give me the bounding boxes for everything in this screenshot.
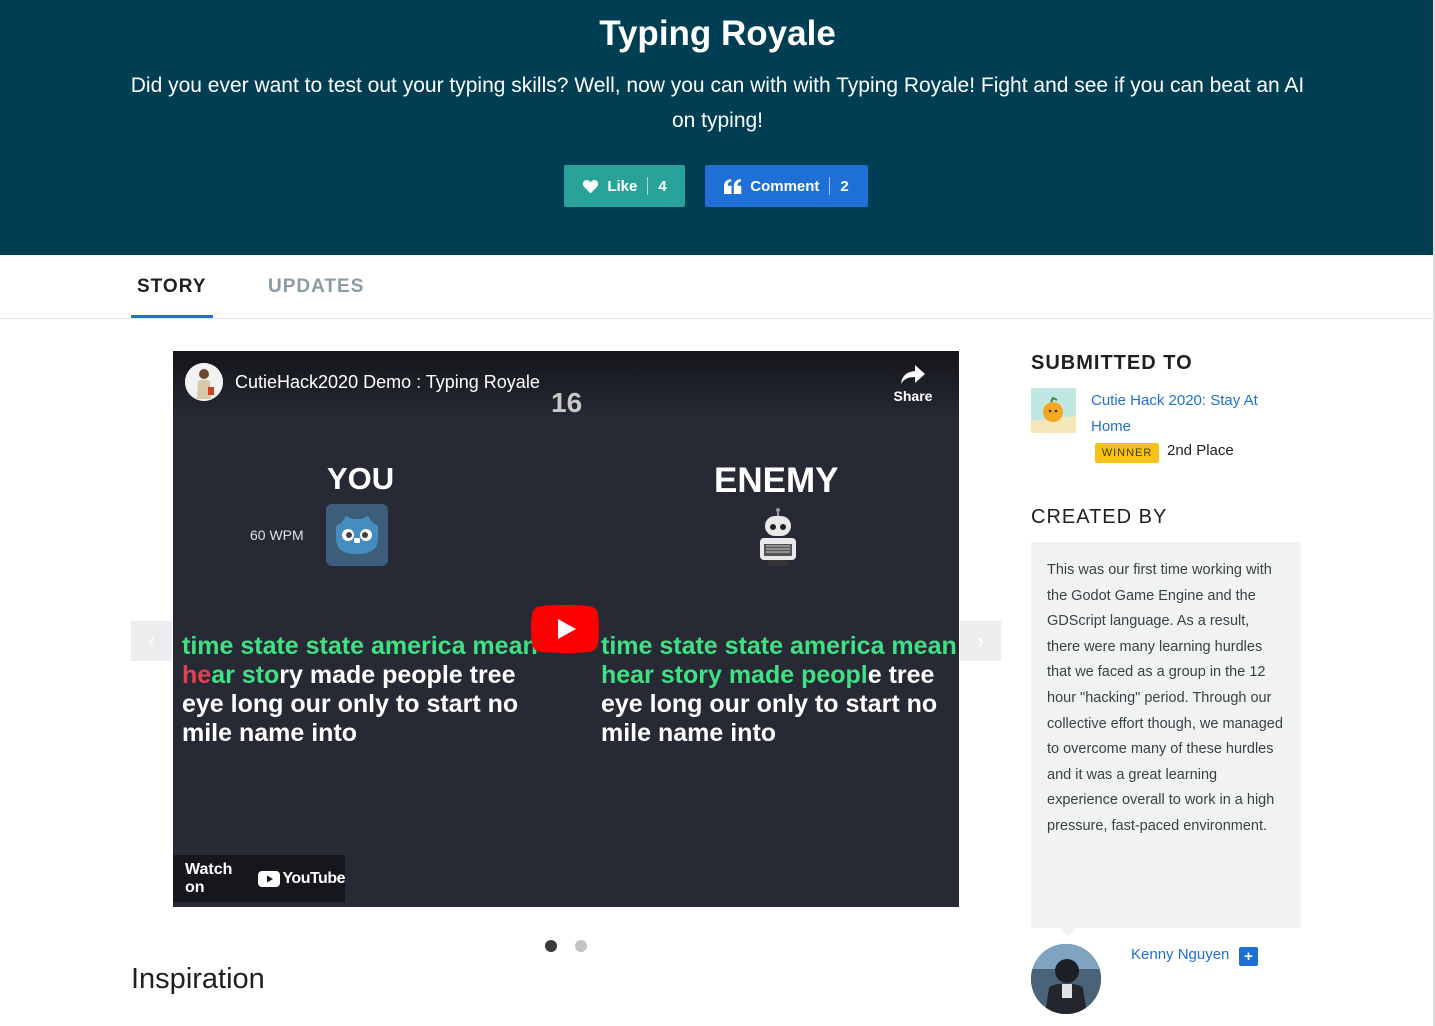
like-count: 4	[658, 177, 667, 195]
avatar[interactable]	[1031, 944, 1101, 1014]
gallery-prev-button[interactable]: ‹	[131, 621, 172, 661]
section-heading: Inspiration	[131, 963, 265, 995]
quote-icon	[724, 178, 742, 194]
typed-text: time state state america mean	[601, 632, 957, 660]
hackathon-link[interactable]: Cutie Hack 2020: Stay At Home	[1091, 388, 1291, 440]
like-divider	[647, 177, 649, 195]
follow-button[interactable]: +	[1239, 947, 1258, 966]
typed-text: time state state america mean	[182, 632, 538, 660]
member-contribution-text: This was our first time working with the…	[1031, 542, 1301, 928]
share-icon	[901, 365, 925, 384]
wpm-readout: 60 WPM	[250, 527, 304, 543]
gallery-next-button[interactable]: ›	[960, 621, 1001, 661]
comment-button[interactable]: Comment 2	[705, 165, 868, 207]
tab-story[interactable]: STORY	[137, 276, 206, 298]
page-title: Typing Royale	[599, 14, 836, 53]
typed-line: time state state america mean	[601, 632, 959, 661]
game-timer: 16	[551, 387, 583, 418]
untyped-line: eye long our only to start no	[182, 690, 519, 718]
person-icon	[185, 363, 223, 401]
untyped-text: ry made people tree	[279, 661, 516, 689]
typed-line: hear story made people tree	[182, 661, 562, 690]
typed-line: time state state america mean	[182, 632, 562, 661]
project-tagline: Did you ever want to test out your typin…	[130, 74, 1305, 132]
youtube-logo: YouTube	[258, 870, 345, 888]
tab-updates[interactable]: UPDATES	[268, 276, 364, 298]
chevron-right-icon: ›	[976, 628, 985, 653]
youtube-wordmark: YouTube	[282, 869, 345, 887]
typing-text-enemy: time state state america mean hear story…	[601, 632, 959, 748]
comment-label: Comment	[750, 177, 820, 195]
untyped-line: mile name into	[182, 719, 358, 747]
typed-text: hear story made peopl	[601, 661, 868, 689]
watch-on-label: Watch on	[185, 860, 233, 896]
heart-icon	[583, 179, 599, 193]
share-button[interactable]: Share	[889, 365, 937, 404]
robot-icon	[760, 508, 796, 566]
share-label: Share	[893, 388, 933, 404]
channel-avatar[interactable]	[185, 363, 223, 401]
prize-place: 2nd Place	[1167, 442, 1234, 459]
comment-divider	[829, 177, 831, 195]
chevron-left-icon: ‹	[147, 628, 156, 653]
error-text: he	[182, 661, 212, 689]
like-label: Like	[607, 177, 638, 195]
youtube-play-icon	[258, 870, 281, 887]
video-title[interactable]: CutieHack2020 Demo : Typing Royale	[235, 372, 540, 393]
video-player[interactable]: CutieHack2020 Demo : Typing Royale Share…	[173, 351, 959, 907]
typing-text-player: time state state america mean hear story…	[182, 632, 562, 748]
person-icon	[1031, 944, 1101, 1014]
submitted-to-heading: SUBMITTED TO	[1031, 352, 1193, 374]
created-by-heading: CREATED BY	[1031, 506, 1168, 528]
hackathon-logo[interactable]	[1031, 388, 1076, 433]
tab-bar: STORY UPDATES	[0, 255, 1435, 319]
typed-text: ar sto	[211, 661, 280, 689]
winner-badge: WINNER	[1095, 443, 1159, 463]
enemy-label: ENEMY	[714, 461, 839, 500]
like-button[interactable]: Like 4	[564, 165, 685, 207]
typed-line: hear story made people tree	[601, 661, 959, 690]
bio-pointer	[1060, 928, 1076, 936]
untyped-line: eye long our only to start no	[601, 690, 938, 718]
active-tab-indicator	[131, 315, 213, 318]
untyped-line: mile name into	[601, 719, 777, 747]
gallery-dot-active[interactable]	[545, 940, 557, 952]
member-name-link[interactable]: Kenny Nguyen	[1131, 946, 1229, 963]
godot-icon	[326, 504, 388, 566]
player-label: YOU	[327, 461, 395, 496]
play-button[interactable]	[531, 605, 599, 653]
comment-count: 2	[840, 177, 849, 195]
project-header: Typing Royale Did you ever want to test …	[0, 0, 1435, 255]
watch-on-youtube-button[interactable]: Watch on YouTube	[173, 855, 345, 902]
untyped-text: e tree	[867, 661, 935, 689]
gallery-dot[interactable]	[575, 940, 587, 952]
